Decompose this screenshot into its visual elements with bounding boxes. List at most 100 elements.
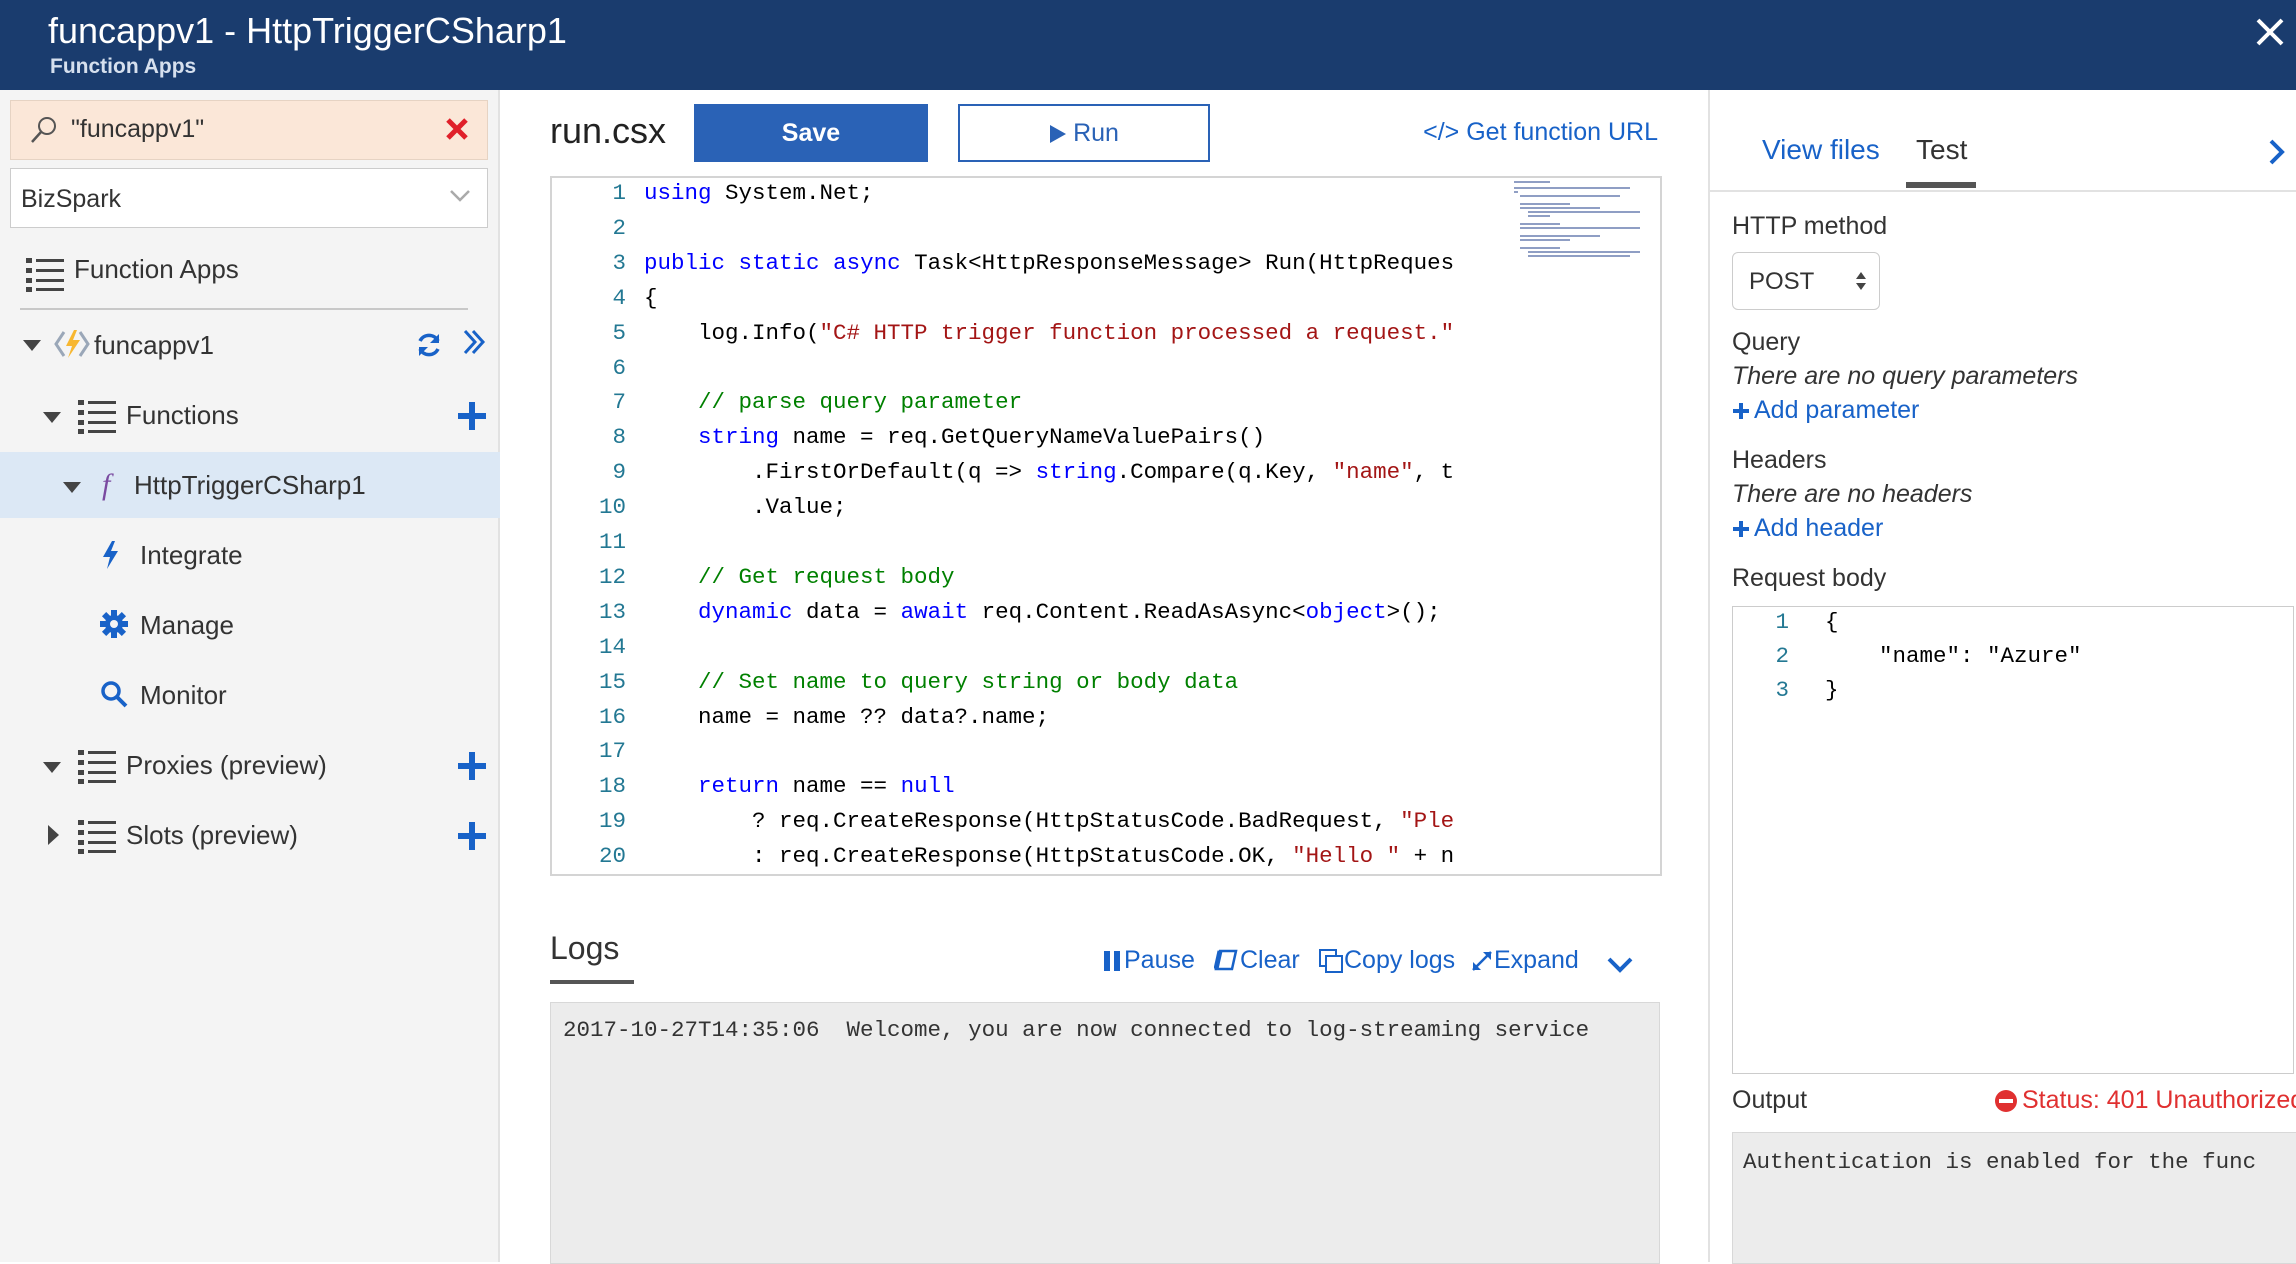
code-line: 3 public static async Task<HttpResponseMe… [552,250,1652,284]
nav-function-apps[interactable]: Function Apps [0,236,500,302]
add-header-link[interactable]: Add header [1732,514,1883,543]
add-parameter-link[interactable]: Add parameter [1732,396,1919,425]
caret-down-icon[interactable] [22,338,42,352]
refresh-icon[interactable] [414,330,444,360]
code-line: 13 dynamic data = await req.Content.Read… [552,599,1652,633]
line-number: 16 [598,703,626,730]
nav-label: Proxies (preview) [126,750,327,780]
nav-integrate[interactable]: Integrate [0,522,500,588]
line-number: 13 [598,598,626,625]
search-input[interactable]: "funcappv1" [71,115,204,144]
nav-label: Function Apps [74,254,239,284]
tab-test[interactable]: Test [1916,134,1967,166]
expand-label: Expand [1494,946,1579,974]
nav-proxies[interactable]: Proxies (preview) [0,732,500,798]
query-empty-note: There are no query parameters [1732,362,2079,390]
function-icon: f [100,466,124,502]
nav-label: Integrate [140,540,243,570]
svg-text:f: f [102,468,114,501]
copy-logs-button[interactable]: Copy logs [1318,946,1455,975]
line-number: 7 [612,389,626,416]
code-text: { [644,284,658,311]
add-function-icon[interactable] [456,400,488,432]
log-entry: 2017-10-27T14:35:06 Welcome, you are now… [563,1017,1590,1043]
search-icon [29,115,59,145]
http-method-select[interactable]: POST [1732,252,1880,310]
clear-button[interactable]: Clear [1214,946,1300,975]
plus-icon [1732,402,1750,420]
clear-search-icon[interactable] [445,117,469,141]
add-proxy-icon[interactable] [456,750,488,782]
chevron-down-icon[interactable] [1606,956,1634,974]
subscription-value: BizSpark [21,185,122,213]
copy-icon [1318,948,1344,974]
gear-icon [100,610,128,638]
nav-functions[interactable]: Functions [0,382,500,448]
status-text: Status: 401 Unauthorized [2022,1086,2296,1114]
double-chevron-right-icon[interactable] [462,328,486,356]
lightning-icon [100,540,122,570]
editor-pane: run.csx Save Run </> Get function URL 1u… [502,90,1708,1264]
nav-monitor[interactable]: Monitor [0,662,500,728]
active-tab-indicator [1906,182,1976,188]
get-function-url-link[interactable]: </> Get function URL [1423,118,1658,147]
plus-icon [1732,520,1750,538]
tab-logs[interactable]: Logs [550,930,634,984]
code-line: 14 [552,634,1652,668]
nav-manage[interactable]: Manage [0,592,500,658]
code-icon: </> [1423,118,1460,146]
expand-button[interactable]: Expand [1470,946,1579,975]
logs-tab-label: Logs [550,930,620,966]
nav-app-funcappv1[interactable]: funcappv1 [0,312,500,378]
subscription-select[interactable]: BizSpark [10,168,488,228]
caret-down-icon[interactable] [42,760,62,774]
save-button[interactable]: Save [694,104,928,162]
active-tab-indicator [550,980,634,984]
request-body-editor[interactable]: 1{2 "name": "Azure" 3} [1732,606,2294,1074]
function-name: HttpTriggerCSharp1 [134,470,366,500]
code-line: 1 using System.Net; [552,180,1652,214]
code-line: 11 [552,529,1652,563]
nav-label: Slots (preview) [126,820,298,850]
line-number: 9 [612,459,626,486]
headers-label: Headers [1732,446,1827,474]
code-text: dynamic data = await req.Content.ReadAsA… [698,598,1441,625]
line-number: 1 [1775,609,1789,635]
code-editor[interactable]: 1 using System.Net; 2 3 public static async … [550,176,1662,876]
code-text: .FirstOrDefault(q => string.Compare(q.Ke… [644,459,1455,486]
code-text: // Get request body [698,563,955,590]
tab-view-files[interactable]: View files [1762,134,1880,166]
run-label: Run [1073,119,1119,147]
run-button[interactable]: Run [958,104,1210,162]
close-icon[interactable] [2250,12,2290,52]
search-box[interactable]: "funcappv1" [10,100,488,160]
sidebar: "funcappv1" BizSpark Function Apps funca… [0,90,500,1262]
list-icon [78,818,118,854]
code-text: public static async Task<HttpResponseMes… [644,249,1455,276]
chevron-right-icon[interactable] [2268,138,2286,166]
pause-button[interactable]: Pause [1102,946,1195,975]
output-text: Authentication is enabled for the func [1743,1149,2257,1175]
code-text: // Set name to query string or body data [698,668,1239,695]
search-icon [100,680,128,708]
output-box: Authentication is enabled for the func [1732,1132,2296,1264]
nav-function-httptriggercsharp1[interactable]: f HttpTriggerCSharp1 [0,452,500,518]
line-number: 12 [598,563,626,590]
caret-down-icon[interactable] [42,410,62,424]
add-slot-icon[interactable] [456,820,488,852]
caret-down-icon[interactable] [62,480,82,494]
nav-slots[interactable]: Slots (preview) [0,802,500,868]
clear-label: Clear [1240,946,1300,974]
line-number: 19 [598,808,626,835]
divider [20,308,468,310]
pause-label: Pause [1124,946,1195,974]
code-text: using System.Net; [644,180,874,206]
code-line: 5 log.Info("C# HTTP trigger function pro… [552,320,1652,354]
caret-right-icon[interactable] [46,824,60,846]
title-bar: funcappv1 - HttpTriggerCSharp1 Function … [0,0,2296,90]
code-text: .Value; [644,494,847,521]
select-arrows-icon [1855,269,1867,293]
line-number: 8 [612,424,626,451]
code-line: 17 [552,738,1652,772]
eraser-icon [1214,949,1240,973]
